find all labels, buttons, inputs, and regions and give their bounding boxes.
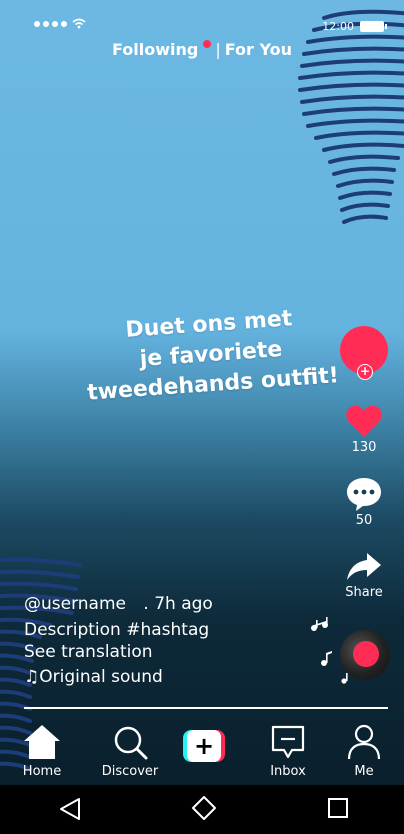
profile-icon [347,724,381,760]
tab-home[interactable]: Home [2,724,82,779]
comment-icon[interactable] [346,476,382,512]
search-icon [114,726,148,760]
clock: 12:00 [322,20,354,33]
comment-count: 50 [355,513,373,528]
video-caption-overlay: Duet ons met je favoriete tweedehands ou… [73,301,349,410]
recents-icon[interactable] [328,798,348,818]
signal-dot [61,20,67,27]
system-navigation-bar [0,785,404,834]
nav-separator: | [215,40,221,59]
username[interactable]: @username [24,594,126,614]
creator-avatar[interactable]: + [340,326,388,380]
see-translation-link[interactable]: See translation [24,642,153,662]
like-action: 130 [338,404,390,455]
sound-disc-cover [353,641,379,667]
creator-avatar-group: + [338,326,390,380]
home-icon [24,725,60,759]
signal-dot [43,20,49,27]
feed-switcher: Following | For You [0,39,404,59]
signal-indicator [34,18,86,29]
tab-home-label: Home [22,764,62,779]
heart-icon[interactable] [345,404,383,438]
sound-disc[interactable] [340,630,390,680]
wifi-icon [72,18,86,29]
sound-info[interactable]: ♫Original sound [24,667,163,687]
tiktok-video-screen: 12:00 Following | For You Duet ons met j… [0,0,404,834]
tab-me[interactable]: Me [324,724,404,779]
post-time: . 7h ago [143,594,213,614]
signal-dot [52,20,58,27]
tab-for-you[interactable]: For You [225,40,292,59]
share-action: Share [338,551,390,600]
divider [24,707,388,709]
comment-action: 50 [338,476,390,528]
tab-discover-label: Discover [101,764,159,779]
back-icon[interactable] [58,797,82,821]
post-meta: @username . 7h ago [24,594,213,614]
bottom-tab-bar: Home Discover + Inbox Me [0,724,404,784]
tab-discover[interactable]: Discover [90,724,170,779]
tab-me-label: Me [354,764,374,779]
create-plus-icon: + [183,730,225,762]
follow-plus-icon[interactable]: + [357,364,373,380]
signal-dot [34,20,40,27]
battery-icon [360,21,387,32]
post-description: Description #hashtag [24,620,210,640]
share-label: Share [345,585,383,600]
status-right: 12:00 [322,20,387,33]
new-content-dot [203,39,212,48]
tab-inbox[interactable]: Inbox [248,724,328,779]
tab-inbox-label: Inbox [270,764,306,779]
inbox-icon [271,725,305,759]
tab-following[interactable]: Following [112,40,198,59]
music-note-icon: ♫ [24,667,40,687]
share-arrow-icon[interactable] [346,551,382,581]
home-button-icon[interactable] [191,795,217,821]
like-count: 130 [351,440,377,455]
tab-create[interactable]: + [164,730,244,762]
sound-name: Original sound [39,667,163,687]
